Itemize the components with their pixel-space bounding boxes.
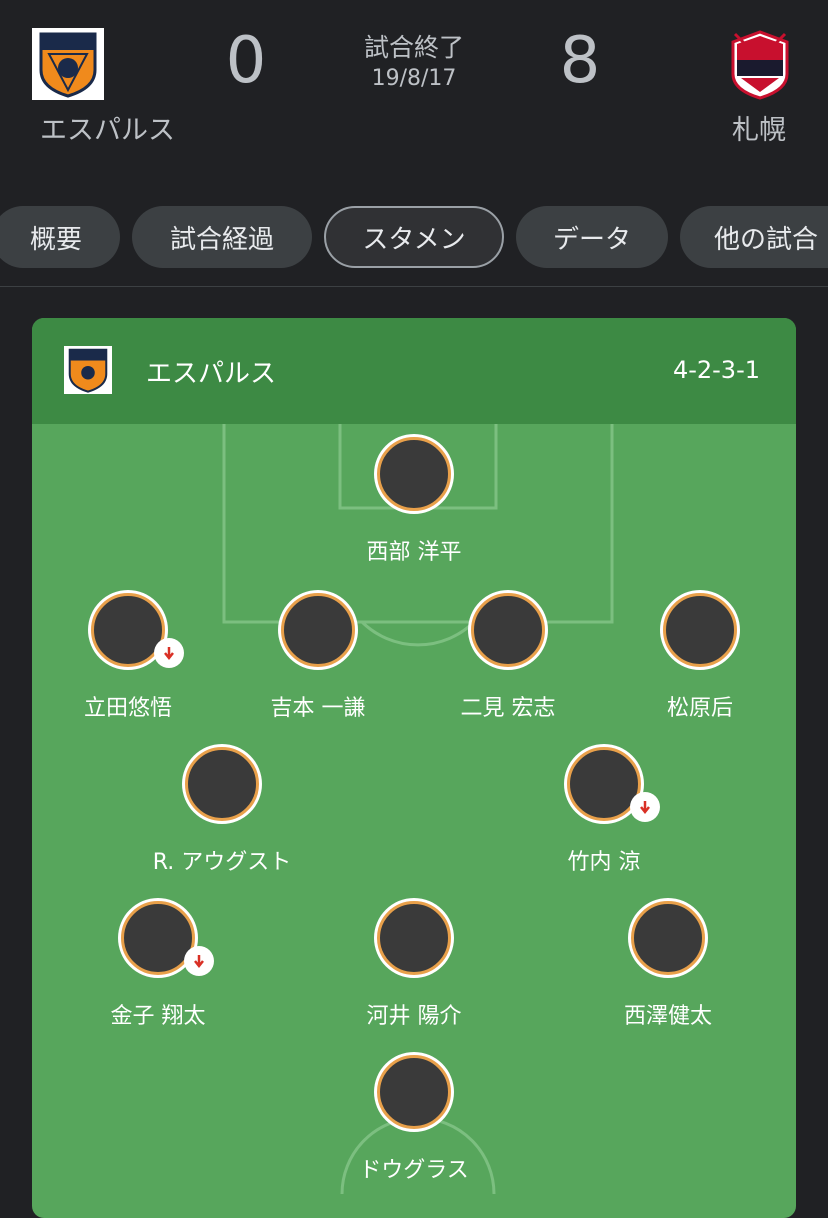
consadole-emblem [731, 30, 789, 100]
player-photo [564, 744, 660, 824]
player-photo [374, 1052, 454, 1132]
lineup-header: エスパルス 4-2-3-1 [32, 318, 796, 424]
player-card[interactable]: 金子 翔太 [38, 898, 278, 1030]
player-name: 西澤健太 [623, 1004, 712, 1029]
player-photo [628, 898, 708, 978]
player-photo [118, 898, 214, 978]
tab-other-matches[interactable]: 他の試合 [680, 206, 828, 268]
player-name: R. アウグスト [152, 850, 292, 875]
substituted-off-icon [630, 792, 660, 822]
substituted-off-icon [184, 946, 214, 976]
player-photo [468, 590, 548, 670]
player-photo [660, 590, 740, 670]
match-date: 19/8/17 [371, 66, 457, 91]
player-photo [374, 898, 454, 978]
home-team-crest[interactable] [32, 28, 104, 100]
lineup-card: エスパルス 4-2-3-1 西部 洋平 立田悠悟 吉本 一謙 二見 宏志 松原后… [32, 318, 796, 1218]
away-team-name[interactable]: 札幌 [732, 108, 786, 147]
pitch: 西部 洋平 立田悠悟 吉本 一謙 二見 宏志 松原后 R. アウグスト 竹内 涼… [32, 424, 796, 1218]
player-name: 金子 翔太 [110, 1004, 206, 1029]
formation: 4-2-3-1 [672, 356, 760, 384]
player-name: 竹内 涼 [567, 850, 641, 875]
tab-timeline[interactable]: 試合経過 [132, 206, 312, 268]
lineup-team-crest [64, 346, 112, 394]
player-name: 河井 陽介 [366, 1004, 462, 1029]
home-score: 0 [225, 24, 267, 98]
tab-lineups[interactable]: スタメン [324, 206, 504, 268]
away-team-crest[interactable] [724, 28, 796, 100]
tab-divider [0, 286, 828, 287]
player-card[interactable]: 西澤健太 [548, 898, 788, 1030]
player-name: 松原后 [666, 696, 733, 721]
player-name: 西部 洋平 [366, 540, 462, 565]
spulse-emblem [39, 32, 97, 98]
tab-overview[interactable]: 概要 [0, 206, 120, 268]
player-card[interactable]: 竹内 涼 [484, 744, 724, 876]
player-photo [374, 434, 454, 514]
spulse-emblem-small [68, 348, 108, 393]
away-score: 8 [559, 24, 601, 98]
match-status: 試合終了 [363, 33, 464, 62]
tab-stats[interactable]: データ [516, 206, 668, 268]
player-card[interactable]: 河井 陽介 [294, 898, 534, 1030]
player-card[interactable]: ドウグラス [294, 1052, 534, 1184]
player-name: ドウグラス [359, 1158, 469, 1183]
player-card[interactable]: 松原后 [580, 590, 796, 722]
player-photo [278, 590, 358, 670]
player-card[interactable]: R. アウグスト [102, 744, 342, 876]
lineup-team-name: エスパルス [146, 359, 277, 389]
player-photo [88, 590, 184, 670]
substituted-off-icon [154, 638, 184, 668]
player-card[interactable]: 西部 洋平 [294, 434, 534, 566]
home-team-name[interactable]: エスパルス [40, 108, 175, 147]
player-photo [182, 744, 262, 824]
